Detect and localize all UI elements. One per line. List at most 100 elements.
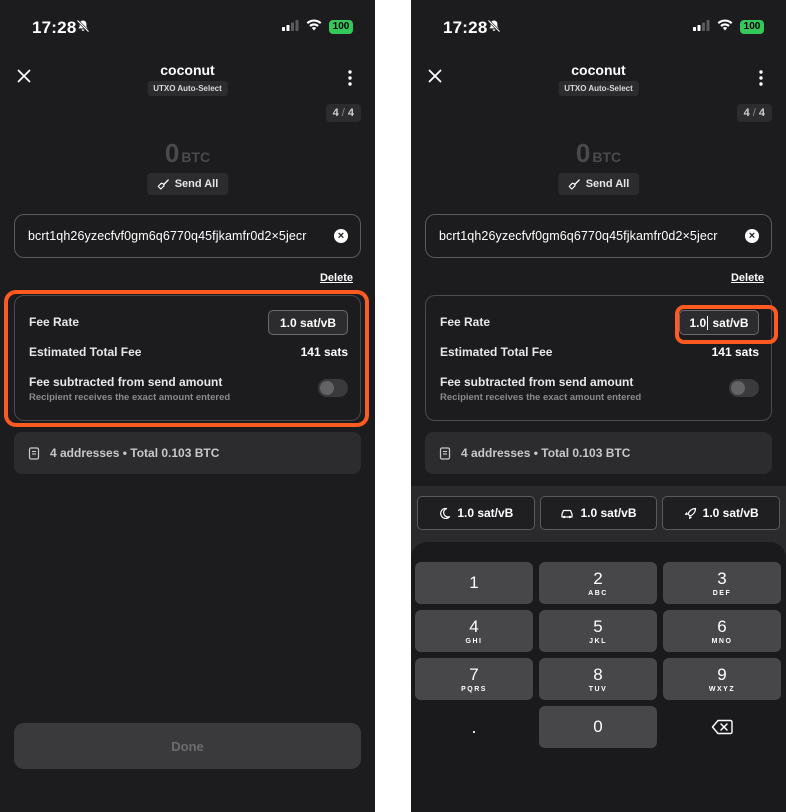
key-letters: JKL — [589, 637, 607, 645]
more-button[interactable] — [343, 68, 357, 88]
recipients-summary[interactable]: 4 addresses • Total 0.103 BTC — [14, 432, 361, 474]
car-icon — [561, 509, 574, 518]
amount-unit: BTC — [592, 149, 622, 165]
fee-preset-fast-label: 1.0 sat/vB — [702, 506, 759, 520]
key-3[interactable]: 3 DEF — [663, 562, 781, 604]
receipt-icon — [28, 446, 40, 460]
fee-presets: 1.0 sat/vB 1.0 sat/vB 1.0 sat/vB — [417, 496, 781, 530]
key-6[interactable]: 6 MNO — [663, 610, 781, 652]
recipients-summary-text: 4 addresses • Total 0.103 BTC — [50, 446, 220, 460]
key-9[interactable]: 9 WXYZ — [663, 658, 781, 700]
bell-muted-icon — [76, 19, 90, 38]
page-indicator: 4 / 4 — [325, 104, 361, 122]
toggle-knob — [731, 381, 745, 395]
fee-subtract-description: Recipient receives the exact amount ente… — [440, 392, 642, 403]
amount-value: 0 — [575, 138, 591, 168]
key-digit: 8 — [593, 664, 603, 684]
recipient-address-text: bcrt1qh26yzecfvf0gm6q6770q45fjkamfr0d2×5… — [439, 229, 718, 243]
key-digit: 3 — [717, 568, 727, 588]
key-2[interactable]: 2 ABC — [539, 562, 657, 604]
right-screen: 17:28 100 coconut UTXO Auto-Select 4 / 4… — [411, 0, 786, 812]
key-letters: TUV — [588, 685, 608, 693]
key-1[interactable]: 1 — [415, 562, 533, 604]
key-decimal[interactable]: . — [415, 706, 533, 748]
key-digit: 6 — [717, 616, 727, 636]
utxo-mode-chip: UTXO Auto-Select — [147, 81, 228, 96]
key-letters: MNO — [711, 637, 733, 645]
recipient-address-field[interactable]: bcrt1qh26yzecfvf0gm6q6770q45fjkamfr0d2×5… — [14, 214, 361, 258]
amount-display[interactable]: 0 BTC — [411, 138, 786, 169]
cellular-signal-icon — [282, 18, 299, 36]
receipt-icon — [439, 446, 451, 460]
status-indicators: 100 — [693, 18, 764, 36]
more-button[interactable] — [754, 68, 768, 88]
fee-preset-slow-label: 1.0 sat/vB — [457, 506, 514, 520]
fee-preset-slow[interactable]: 1.0 sat/vB — [417, 496, 535, 530]
page-current: 4 — [332, 107, 339, 119]
left-screen: 17:28 100 coconut UTXO Auto-Select 4 / 4… — [0, 0, 375, 812]
key-0[interactable]: 0 — [539, 706, 657, 748]
key-digit: . — [471, 717, 477, 737]
key-5[interactable]: 5 JKL — [539, 610, 657, 652]
moon-icon — [440, 507, 451, 519]
key-digit: 0 — [593, 717, 603, 736]
status-bar: 17:28 100 — [411, 0, 786, 52]
estimated-fee-label: Estimated Total Fee — [440, 345, 553, 359]
clear-address-icon[interactable]: × — [334, 229, 348, 243]
send-all-label: Send All — [174, 178, 219, 190]
annotation-highlight-fee-input — [675, 305, 778, 344]
page-current: 4 — [743, 107, 750, 119]
status-bar: 17:28 100 — [0, 0, 375, 52]
key-backspace[interactable] — [663, 706, 781, 748]
recipient-address-text: bcrt1qh26yzecfvf0gm6q6770q45fjkamfr0d2×5… — [28, 229, 307, 243]
broom-icon — [157, 178, 169, 190]
fee-subtract-label: Fee subtracted from send amount — [440, 375, 634, 389]
wallet-title: coconut — [571, 62, 626, 78]
send-all-button[interactable]: Send All — [557, 173, 640, 195]
status-time: 17:28 — [32, 18, 77, 37]
key-digit: 5 — [593, 616, 603, 636]
fee-preset-medium[interactable]: 1.0 sat/vB — [539, 496, 658, 530]
recipients-summary-text: 4 addresses • Total 0.103 BTC — [461, 446, 631, 460]
recipients-summary[interactable]: 4 addresses • Total 0.103 BTC — [425, 432, 772, 474]
send-all-button[interactable]: Send All — [146, 173, 229, 195]
delete-button[interactable]: Delete — [731, 272, 764, 284]
broom-icon — [568, 178, 580, 190]
fee-preset-medium-label: 1.0 sat/vB — [580, 506, 637, 520]
wifi-icon — [717, 18, 733, 36]
utxo-mode-chip: UTXO Auto-Select — [558, 81, 639, 96]
page-total: 4 — [347, 107, 354, 119]
fee-subtract-toggle[interactable] — [729, 379, 759, 397]
bell-muted-icon — [487, 19, 501, 38]
battery-indicator: 100 — [329, 20, 353, 34]
key-letters: PQRS — [461, 685, 487, 693]
key-letters: WXYZ — [708, 685, 736, 693]
key-8[interactable]: 8 TUV — [539, 658, 657, 700]
keypad-grid: 1 2 ABC 3 DEF 4 GHI 5 JKL 6 MNO 7 PQRS 8 TUV 9W… — [415, 562, 782, 748]
done-button[interactable]: Done — [14, 723, 361, 769]
more-vertical-icon — [759, 70, 763, 86]
key-letters: GHI — [465, 637, 483, 645]
clear-address-icon[interactable]: × — [745, 229, 759, 243]
wifi-icon — [306, 18, 322, 36]
key-digit: 2 — [593, 568, 603, 588]
cellular-signal-icon — [693, 18, 710, 36]
annotation-highlight-fee-card — [4, 290, 369, 427]
status-indicators: 100 — [282, 18, 353, 36]
key-4[interactable]: 4 GHI — [415, 610, 533, 652]
key-letters: ABC — [588, 589, 608, 597]
fee-preset-fast[interactable]: 1.0 sat/vB — [662, 496, 781, 530]
rocket-icon — [684, 507, 696, 519]
estimated-fee-value: 141 sats — [711, 345, 759, 359]
key-letters: DEF — [712, 589, 732, 597]
page-separator: / — [752, 107, 756, 119]
delete-button[interactable]: Delete — [320, 272, 353, 284]
recipient-address-field[interactable]: bcrt1qh26yzecfvf0gm6q6770q45fjkamfr0d2×5… — [425, 214, 772, 258]
battery-indicator: 100 — [740, 20, 764, 34]
wallet-title: coconut — [160, 62, 215, 78]
key-7[interactable]: 7 PQRS — [415, 658, 533, 700]
amount-display[interactable]: 0 BTC — [0, 138, 375, 169]
page-total: 4 — [758, 107, 765, 119]
amount-value: 0 — [164, 138, 180, 168]
key-digit: 4 — [469, 616, 479, 636]
